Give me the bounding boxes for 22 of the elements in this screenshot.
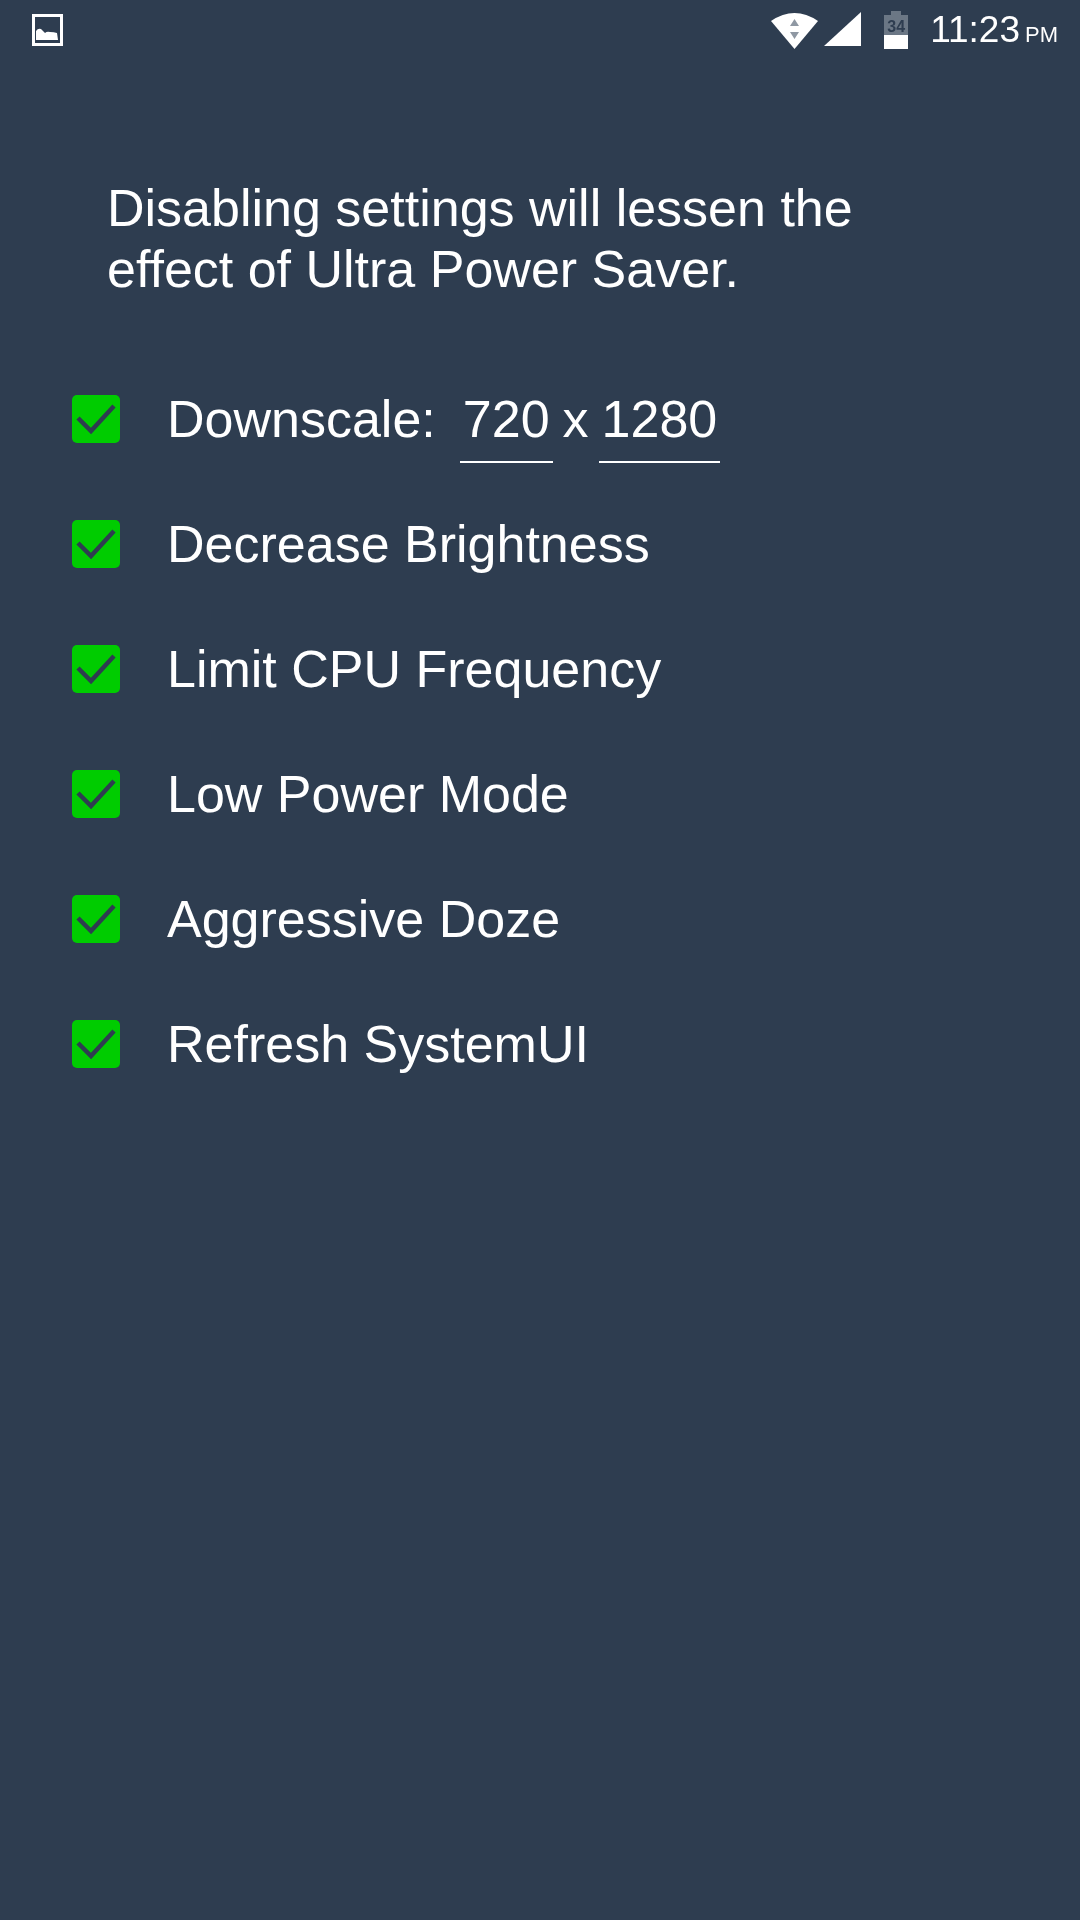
- battery-percent-text: 34: [887, 18, 906, 36]
- clock-meridiem: PM: [1025, 21, 1058, 49]
- times-sign: x: [562, 388, 589, 449]
- option-label: Limit CPU Frequency: [167, 638, 662, 699]
- option-label: Downscale:: [167, 388, 436, 449]
- width-field[interactable]: 720: [459, 376, 553, 463]
- option-label: Aggressive Doze: [167, 888, 561, 949]
- image-icon: [32, 14, 63, 46]
- checkbox[interactable]: [72, 894, 120, 943]
- wifi-icon: [771, 11, 819, 49]
- signal-icon: [824, 12, 862, 46]
- option-label: Refresh SystemUI: [167, 1013, 589, 1074]
- height-field[interactable]: 1280: [598, 376, 721, 463]
- checkbox[interactable]: [72, 1019, 120, 1068]
- option-label: Decrease Brightness: [167, 513, 650, 574]
- notice-text: Disabling settings will lessen the effect of Ultra Power Saver.: [106, 178, 854, 300]
- clock-time: 11:23: [930, 8, 1020, 52]
- checkbox[interactable]: [72, 519, 120, 568]
- checkbox[interactable]: [72, 644, 120, 693]
- checkbox[interactable]: [72, 769, 120, 818]
- option-label: Low Power Mode: [167, 763, 569, 824]
- checkbox[interactable]: [72, 394, 120, 443]
